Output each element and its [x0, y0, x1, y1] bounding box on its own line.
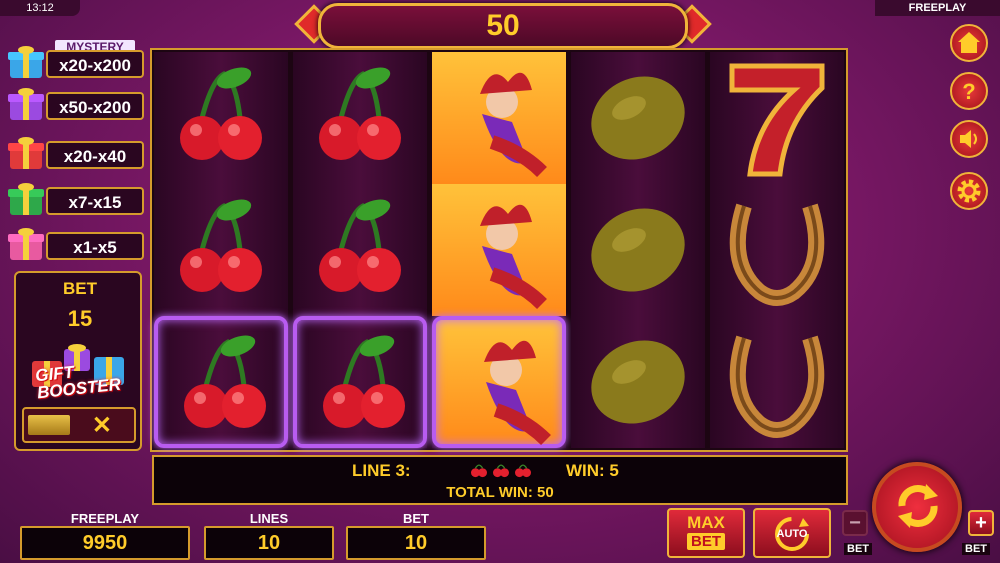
- line-label: LINE 3:: [352, 461, 411, 480]
- reel-5: [710, 52, 844, 448]
- horseshoe-symbol: [710, 316, 844, 448]
- info-bar: LINE 3: WIN: 5 TOTAL WIN: 50: [152, 455, 848, 505]
- win-display: 50: [318, 3, 688, 49]
- lemon-symbol: [571, 316, 705, 448]
- cherry-mini-icon: [493, 464, 509, 478]
- mystery-row: x20-x40: [6, 137, 144, 171]
- spin-button[interactable]: [872, 462, 962, 552]
- mystery-multiplier: x1-x5: [46, 232, 144, 260]
- bet-increase-label: BET: [962, 543, 990, 555]
- total-win: TOTAL WIN: 50: [446, 484, 554, 501]
- freeplay-label: FREEPLAY: [70, 511, 140, 526]
- cherry-mini-icon: [471, 464, 487, 478]
- gift-icon: [6, 137, 46, 171]
- mystery-row: x50-x200: [6, 88, 144, 122]
- help-button[interactable]: ?: [950, 72, 988, 110]
- bet-decrease-button[interactable]: −: [842, 510, 868, 536]
- reel-4: [571, 52, 705, 448]
- bet-panel-value: 15: [67, 306, 93, 331]
- freeplay-balance: 9950: [20, 526, 190, 560]
- cherry-symbol: [154, 184, 288, 316]
- line-win: WIN: 5: [566, 461, 619, 480]
- sound-icon: [960, 130, 977, 148]
- reel-1: [154, 52, 288, 448]
- horseshoe-symbol: [710, 184, 844, 316]
- spin-icon: [898, 484, 938, 528]
- clock: 13:12: [0, 0, 80, 16]
- home-button[interactable]: [950, 24, 988, 62]
- settings-button[interactable]: [950, 172, 988, 210]
- bet-field[interactable]: 10: [346, 526, 486, 560]
- lemon-symbol: [571, 52, 705, 184]
- gift-booster-toggle[interactable]: ✕: [22, 407, 136, 443]
- sound-button[interactable]: [950, 120, 988, 158]
- joker-symbol: [432, 52, 566, 184]
- autoplay-label: AUTO: [776, 528, 808, 540]
- lines-label: LINES: [249, 511, 289, 526]
- cherry-symbol: [293, 52, 427, 184]
- svg-text:?: ?: [962, 79, 975, 104]
- home-icon: [958, 32, 980, 53]
- gift-icon: [6, 46, 46, 80]
- reel-3: [432, 52, 566, 448]
- autoplay-button[interactable]: AUTO: [753, 508, 831, 558]
- gift-booster-logo: GIFT BOOSTER: [24, 343, 132, 402]
- cherry-symbol: [293, 184, 427, 316]
- cherry-symbol: [154, 52, 288, 184]
- mystery-row: x1-x5: [6, 228, 144, 262]
- max-bet-button[interactable]: MAX BET: [667, 508, 745, 558]
- bet-label: BET: [403, 511, 429, 526]
- reel-2: [293, 52, 427, 448]
- mystery-multiplier: x50-x200: [46, 92, 144, 120]
- bet-increase-button[interactable]: +: [968, 510, 994, 536]
- cherry-symbol: [293, 316, 427, 448]
- mystery-row: x20-x200: [6, 46, 144, 80]
- lemon-symbol: [571, 184, 705, 316]
- settings-icon: [957, 179, 981, 203]
- mystery-multiplier: x7-x15: [46, 187, 144, 215]
- max-bet-line2: BET: [687, 533, 725, 550]
- gift-icon: [6, 183, 46, 217]
- cherry-symbol: [154, 316, 288, 448]
- joker-symbol: [432, 316, 566, 448]
- lines-field[interactable]: 10: [204, 526, 334, 560]
- seven-symbol: [710, 52, 844, 184]
- joker-symbol: [432, 184, 566, 316]
- toggle-knob[interactable]: [28, 415, 70, 435]
- gift-icon: [6, 88, 46, 122]
- close-icon[interactable]: ✕: [92, 411, 112, 440]
- bet-panel: BET 15 GIFT BOOSTER ✕: [14, 271, 142, 451]
- help-icon: ?: [962, 79, 975, 104]
- mystery-multiplier: x20-x40: [46, 141, 144, 169]
- mystery-multiplier: x20-x200: [46, 50, 144, 78]
- mode-label: FREEPLAY: [875, 0, 1000, 16]
- max-bet-line1: MAX: [687, 513, 725, 532]
- reel-area: [150, 48, 848, 452]
- gift-icon: [6, 228, 46, 262]
- cherry-mini-icon: [515, 464, 531, 478]
- bet-panel-title: BET: [63, 279, 97, 298]
- bet-decrease-label: BET: [844, 543, 872, 555]
- mystery-row: x7-x15: [6, 183, 144, 217]
